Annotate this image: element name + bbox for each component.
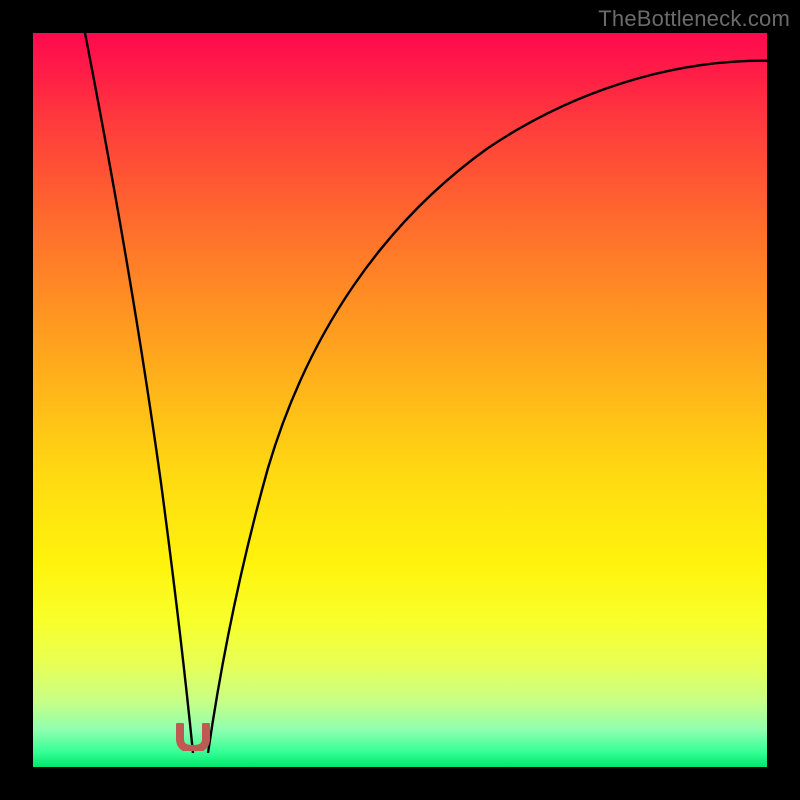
chart-frame: TheBottleneck.com — [0, 0, 800, 800]
watermark-text: TheBottleneck.com — [598, 6, 790, 32]
bottleneck-curve — [33, 33, 767, 767]
curve-left-branch — [85, 33, 193, 753]
curve-right-branch — [208, 61, 767, 753]
u-marker-icon — [180, 725, 206, 749]
plot-area — [33, 33, 767, 767]
bottleneck-marker — [176, 723, 210, 751]
